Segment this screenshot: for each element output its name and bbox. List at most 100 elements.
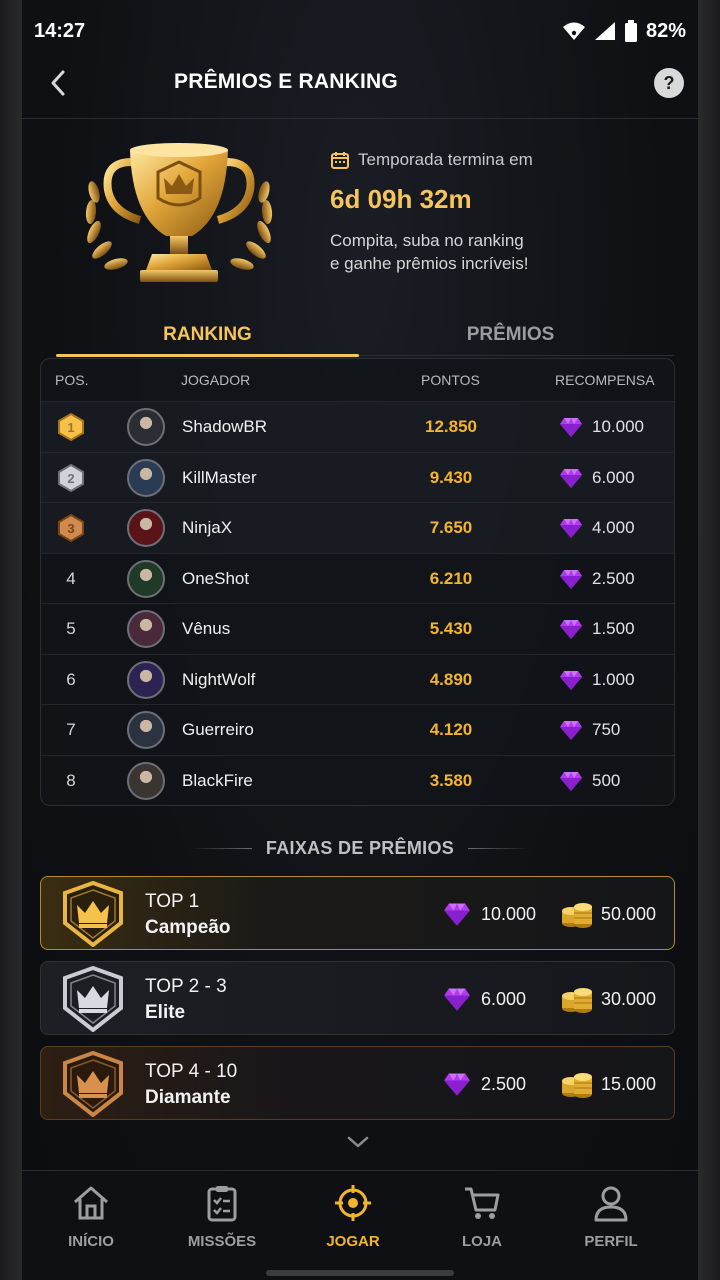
avatar: [127, 559, 165, 598]
app-screen: 14:27 82% PRÊMIOS E RANKING ? Temporada …: [0, 0, 720, 1280]
row-position-cell: 7: [57, 717, 85, 743]
header-points: PONTOS: [421, 372, 480, 388]
tab-bar: RANKING PRÊMIOS: [56, 312, 676, 358]
trophy-icon: [85, 143, 273, 282]
nav-inicio[interactable]: INÍCIO: [26, 1183, 156, 1253]
nav-label: MISSÕES: [187, 1233, 257, 1250]
avatar: [127, 408, 165, 446]
nav-perfil[interactable]: PERFIL: [546, 1183, 676, 1253]
tier-card[interactable]: TOP 1 Campeão 10.000 50.000: [40, 876, 675, 950]
gem-icon: [559, 618, 583, 640]
table-row[interactable]: 8 BlackFire 3.580 500: [41, 754, 674, 806]
tiers-section-title: FAIXAS DE PRÊMIOS: [265, 837, 455, 858]
gem-icon: [559, 467, 583, 489]
section-line-right: [468, 847, 531, 849]
table-body: 1 ShadowBR 12.850 10.000 2 KillMaster 9.430 6.0…: [41, 401, 674, 805]
crosshair-icon: [335, 1185, 371, 1221]
player-points: 12.850: [425, 417, 477, 436]
gem-icon: [559, 416, 583, 438]
gem-icon: [559, 770, 583, 792]
avatar: [127, 458, 165, 497]
avatar: [127, 509, 165, 547]
player-points: 4.120: [429, 720, 473, 739]
header-pos: POS.: [55, 372, 89, 388]
tier-gems: 2.500: [481, 1074, 527, 1094]
row-position: 7: [66, 720, 76, 739]
row-position: 4: [66, 568, 76, 588]
tier-range: TOP 4 - 10: [145, 1061, 238, 1082]
tab-divider: [359, 355, 674, 356]
season-description: Compita, suba no ranking e ganhe prêmios…: [330, 229, 690, 275]
calendar-icon: [331, 152, 349, 169]
back-button[interactable]: [44, 68, 74, 98]
table-row[interactable]: 7 Guerreiro 4.120 750: [41, 704, 674, 755]
avatar: [127, 660, 165, 699]
table-row[interactable]: 5 Vênus 5.430 1.500: [41, 603, 674, 654]
player-points: 7.650: [429, 518, 473, 537]
tab-premios[interactable]: PRÊMIOS: [359, 312, 662, 358]
table-row[interactable]: 4 OneShot 6.210 2.500: [41, 552, 674, 604]
row-position-cell: 3: [57, 514, 85, 542]
player-reward: 4.000: [592, 518, 635, 537]
nav-label: INÍCIO: [68, 1233, 114, 1250]
season-desc-line-1: Compita, suba no ranking: [330, 231, 524, 250]
row-position-cell: 5: [57, 616, 85, 642]
nav-loja[interactable]: LOJA: [417, 1183, 547, 1253]
season-desc-line-2: e ganhe prêmios incríveis!: [330, 254, 529, 273]
tier-name: Diamante: [145, 1087, 231, 1108]
row-position-cell: 1: [57, 413, 85, 441]
nav-label: JOGAR: [326, 1233, 380, 1250]
player-name: KillMaster: [182, 467, 257, 487]
season-info: Temporada termina em 6d 09h 32m Compita,…: [330, 150, 690, 275]
nav-jogar[interactable]: JOGAR: [288, 1183, 418, 1253]
tier-range: TOP 1: [145, 891, 200, 912]
tier-coins: 15.000: [601, 1074, 657, 1094]
nav-missoes[interactable]: MISSÕES: [157, 1183, 287, 1253]
svg-text:2: 2: [67, 471, 74, 486]
player-name: NightWolf: [182, 669, 256, 689]
coins-icon: [561, 899, 593, 929]
crown-shield-icon: [63, 1051, 123, 1117]
bottom-nav: INÍCIO MISSÕES JOGAR LOJA PERFIL: [22, 1170, 698, 1280]
svg-text:3: 3: [67, 521, 74, 536]
avatar: [127, 761, 165, 800]
coins-icon: [561, 984, 593, 1014]
cart-icon: [465, 1187, 500, 1219]
help-button[interactable]: ?: [654, 68, 684, 98]
svg-text:1: 1: [67, 420, 74, 435]
tab-ranking[interactable]: RANKING: [56, 312, 359, 358]
gem-icon: [559, 568, 583, 590]
home-icon: [74, 1186, 108, 1220]
chevron-down-icon[interactable]: [346, 1132, 370, 1152]
row-position: 8: [66, 770, 76, 790]
player-points: 5.430: [429, 619, 473, 638]
header-player: JOGADOR: [181, 372, 251, 388]
nav-label: LOJA: [461, 1233, 502, 1250]
table-row[interactable]: 3 NinjaX 7.650 4.000: [41, 502, 674, 553]
table-row[interactable]: 1 ShadowBR 12.850 10.000: [41, 401, 674, 452]
row-position-cell: 8: [57, 768, 85, 794]
table-row[interactable]: 2 KillMaster 9.430 6.000: [41, 451, 674, 502]
gem-icon: [443, 1071, 471, 1097]
tier-name: Elite: [145, 1002, 186, 1023]
player-name: OneShot: [182, 568, 250, 588]
tier-card[interactable]: TOP 2 - 3 Elite 6.000 30.000: [40, 961, 675, 1035]
crown-shield-icon: [63, 966, 123, 1032]
medal-3-icon: 3: [58, 514, 84, 542]
tier-gems: 10.000: [481, 904, 537, 924]
battery-icon: [624, 20, 637, 42]
gem-icon: [443, 986, 471, 1012]
chevron-left-icon: [51, 70, 65, 96]
player-name: BlackFire: [182, 770, 253, 790]
player-points: 3.580: [429, 770, 473, 790]
player-points: 9.430: [429, 467, 473, 487]
player-name: Guerreiro: [182, 720, 254, 739]
player-reward: 500: [592, 770, 621, 790]
table-row[interactable]: 6 NightWolf 4.890 1.000: [41, 653, 674, 705]
cellular-icon: [594, 22, 615, 40]
season-label: Temporada termina em: [358, 150, 533, 169]
tier-card[interactable]: TOP 4 - 10 Diamante 2.500 15.000: [40, 1046, 675, 1120]
player-reward: 6.000: [592, 467, 635, 487]
tier-coins: 30.000: [601, 989, 657, 1009]
tier-range: TOP 2 - 3: [145, 976, 227, 997]
